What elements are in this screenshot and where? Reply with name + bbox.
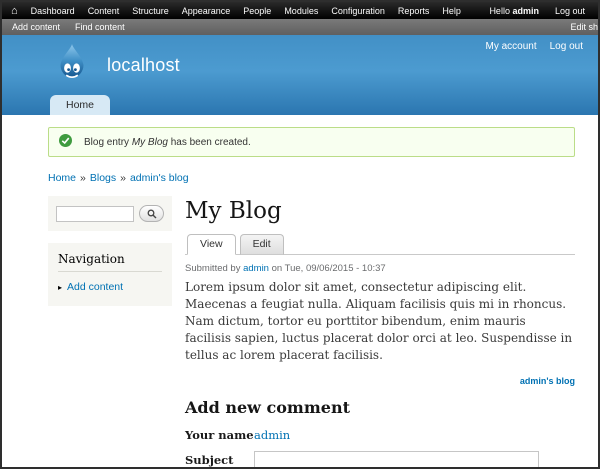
page-body: Blog entry My Blog has been created. Hom… xyxy=(2,115,598,467)
breadcrumb-blogs[interactable]: Blogs xyxy=(90,172,116,184)
main-menu-home-tab[interactable]: Home xyxy=(50,95,111,115)
page-title: My Blog xyxy=(185,198,282,224)
admin-menu-modules[interactable]: Modules xyxy=(284,6,318,16)
my-account-link[interactable]: My account xyxy=(485,41,536,52)
add-content-link[interactable]: Add content xyxy=(67,281,123,293)
admins-blog-link[interactable]: admin's blog xyxy=(520,376,575,386)
admin-menu-reports[interactable]: Reports xyxy=(398,6,430,16)
subject-row: Subject xyxy=(185,451,575,467)
main-content: My Blog View Edit Submitted by admin on … xyxy=(185,196,575,467)
shortcut-find-content[interactable]: Find content xyxy=(75,22,125,32)
admin-greeting: Hello admin xyxy=(489,6,539,16)
screenshot-frame: ⌂ Dashboard Content Structure Appearance… xyxy=(0,0,600,469)
subject-input[interactable] xyxy=(254,451,539,467)
breadcrumb-separator: » xyxy=(80,172,86,184)
site-header: My account Log out localhost Home xyxy=(2,35,598,115)
breadcrumb-separator: » xyxy=(120,172,126,184)
admin-menu-people[interactable]: People xyxy=(243,6,271,16)
admin-menu-help[interactable]: Help xyxy=(442,6,461,16)
status-text: Blog entry My Blog has been created. xyxy=(84,137,251,148)
header-logout-link[interactable]: Log out xyxy=(550,41,583,52)
your-name-value-link[interactable]: admin xyxy=(254,428,290,442)
bullet-arrow-icon: ▸ xyxy=(58,282,63,292)
secondary-menu: My account Log out xyxy=(485,41,583,52)
shortcut-bar: Add content Find content Edit shortcuts xyxy=(2,19,598,35)
admin-toolbar-right: Hello admin Log out xyxy=(489,6,589,16)
blog-term-links: admin's blog xyxy=(185,376,575,386)
tab-edit[interactable]: Edit xyxy=(239,234,284,255)
navigation-block-title: Navigation xyxy=(58,252,162,272)
edit-shortcuts-link[interactable]: Edit shortcuts xyxy=(570,22,598,32)
search-input[interactable] xyxy=(56,205,134,222)
sidebar-item-add-content[interactable]: ▸ Add content xyxy=(58,281,162,293)
two-column-layout: Navigation ▸ Add content My Blog View Ed… xyxy=(48,196,575,467)
status-text-title: My Blog xyxy=(131,136,168,148)
breadcrumb: Home » Blogs » admin's blog xyxy=(48,172,575,184)
drupal-logo-icon[interactable] xyxy=(57,43,87,88)
tab-view[interactable]: View xyxy=(187,234,236,255)
breadcrumb-home[interactable]: Home xyxy=(48,172,76,184)
shortcut-add-content[interactable]: Add content xyxy=(12,22,60,32)
search-button[interactable] xyxy=(139,205,164,222)
add-comment-heading: Add new comment xyxy=(185,398,350,418)
status-text-suffix: has been created. xyxy=(167,136,251,148)
status-message: Blog entry My Blog has been created. xyxy=(48,127,575,157)
status-text-prefix: Blog entry xyxy=(84,136,132,148)
greeting-prefix: Hello xyxy=(489,5,513,16)
subject-label: Subject xyxy=(185,452,234,467)
admin-menu: ⌂ Dashboard Content Structure Appearance… xyxy=(11,5,461,16)
submitted-prefix: Submitted by xyxy=(185,263,244,274)
admin-username-link[interactable]: admin xyxy=(512,6,539,16)
node-tabs: View Edit xyxy=(185,234,575,255)
status-check-icon xyxy=(59,134,72,150)
search-block xyxy=(48,196,172,231)
search-icon xyxy=(147,209,156,218)
submitted-suffix: on Tue, 09/06/2015 - 10:37 xyxy=(268,263,386,274)
admin-menu-appearance[interactable]: Appearance xyxy=(182,6,231,16)
navigation-block: Navigation ▸ Add content xyxy=(48,243,172,306)
admin-menu-dashboard[interactable]: Dashboard xyxy=(31,6,75,16)
your-name-label: Your name xyxy=(185,428,254,443)
admin-menu-configuration[interactable]: Configuration xyxy=(331,6,385,16)
your-name-row: Your name admin xyxy=(185,428,575,442)
blog-body-text: Lorem ipsum dolor sit amet, consectetur … xyxy=(185,280,573,363)
site-branding[interactable]: localhost xyxy=(57,43,180,88)
submitted-line: Submitted by admin on Tue, 09/06/2015 - … xyxy=(185,263,575,274)
site-name[interactable]: localhost xyxy=(107,55,180,76)
admin-toolbar: ⌂ Dashboard Content Structure Appearance… xyxy=(2,2,598,19)
admin-menu-content[interactable]: Content xyxy=(88,6,120,16)
home-icon[interactable]: ⌂ xyxy=(11,5,18,16)
author-link[interactable]: admin xyxy=(243,263,269,274)
breadcrumb-admins-blog[interactable]: admin's blog xyxy=(130,172,189,184)
sidebar: Navigation ▸ Add content xyxy=(48,196,172,318)
main-menu: Home xyxy=(50,95,111,115)
admin-menu-structure[interactable]: Structure xyxy=(132,6,169,16)
admin-logout-link[interactable]: Log out xyxy=(555,6,585,16)
